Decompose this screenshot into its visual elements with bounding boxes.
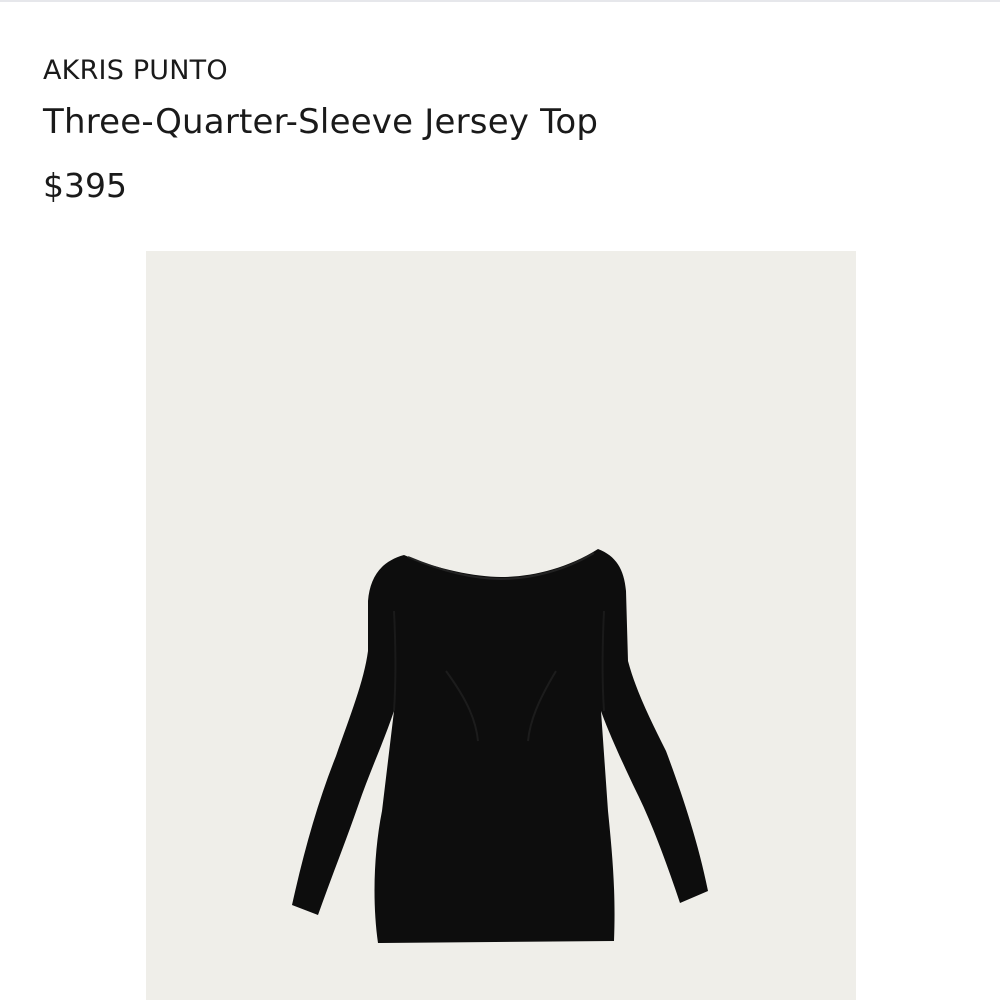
jersey-top-illustration <box>292 549 708 943</box>
brand-name[interactable]: AKRIS PUNTO <box>43 55 228 86</box>
product-title: Three-Quarter-Sleeve Jersey Top <box>43 102 599 142</box>
top-divider <box>0 0 1000 2</box>
product-image[interactable] <box>146 251 856 1000</box>
product-price: $395 <box>43 166 127 205</box>
garment-body <box>292 549 708 943</box>
